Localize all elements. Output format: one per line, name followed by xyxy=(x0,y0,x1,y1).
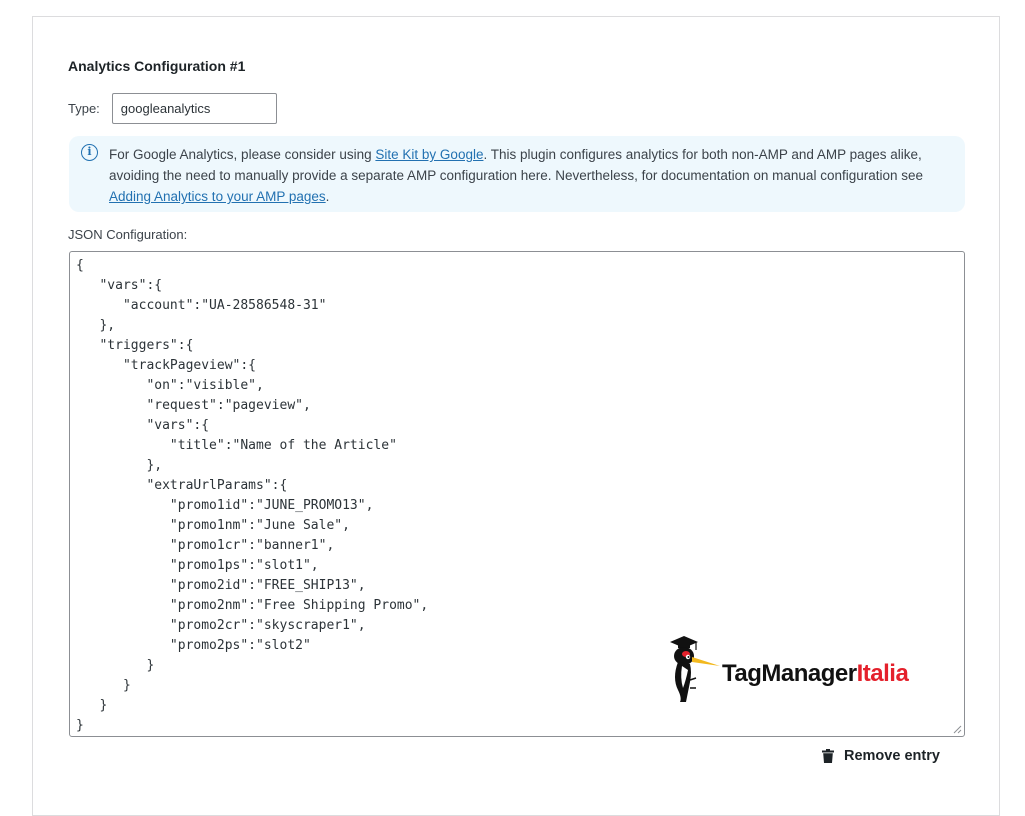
notice-text-3: . xyxy=(325,189,330,204)
remove-entry-button[interactable]: Remove entry xyxy=(822,748,940,764)
logo-text: TagManagerItalia xyxy=(722,660,909,688)
section-title: Analytics Configuration #1 xyxy=(68,58,246,74)
notice-text-1: For Google Analytics, please consider us… xyxy=(109,147,376,162)
woodpecker-icon xyxy=(670,636,720,702)
type-label: Type: xyxy=(68,101,100,116)
json-config-label: JSON Configuration: xyxy=(68,227,188,242)
resize-handle-icon[interactable] xyxy=(952,724,962,734)
logo-text-accent: Italia xyxy=(856,660,909,687)
info-notice: i For Google Analytics, please consider … xyxy=(69,136,965,212)
info-icon: i xyxy=(81,144,98,161)
site-kit-link[interactable]: Site Kit by Google xyxy=(375,147,483,162)
type-input[interactable] xyxy=(111,93,277,124)
logo-text-dark: TagManager xyxy=(722,660,857,687)
type-row: Type: xyxy=(68,93,277,124)
adding-analytics-link[interactable]: Adding Analytics to your AMP pages xyxy=(109,189,326,204)
remove-entry-label: Remove entry xyxy=(844,748,940,764)
tagmanageritalia-logo: TagManagerItalia xyxy=(668,632,928,704)
trash-icon xyxy=(822,749,834,763)
